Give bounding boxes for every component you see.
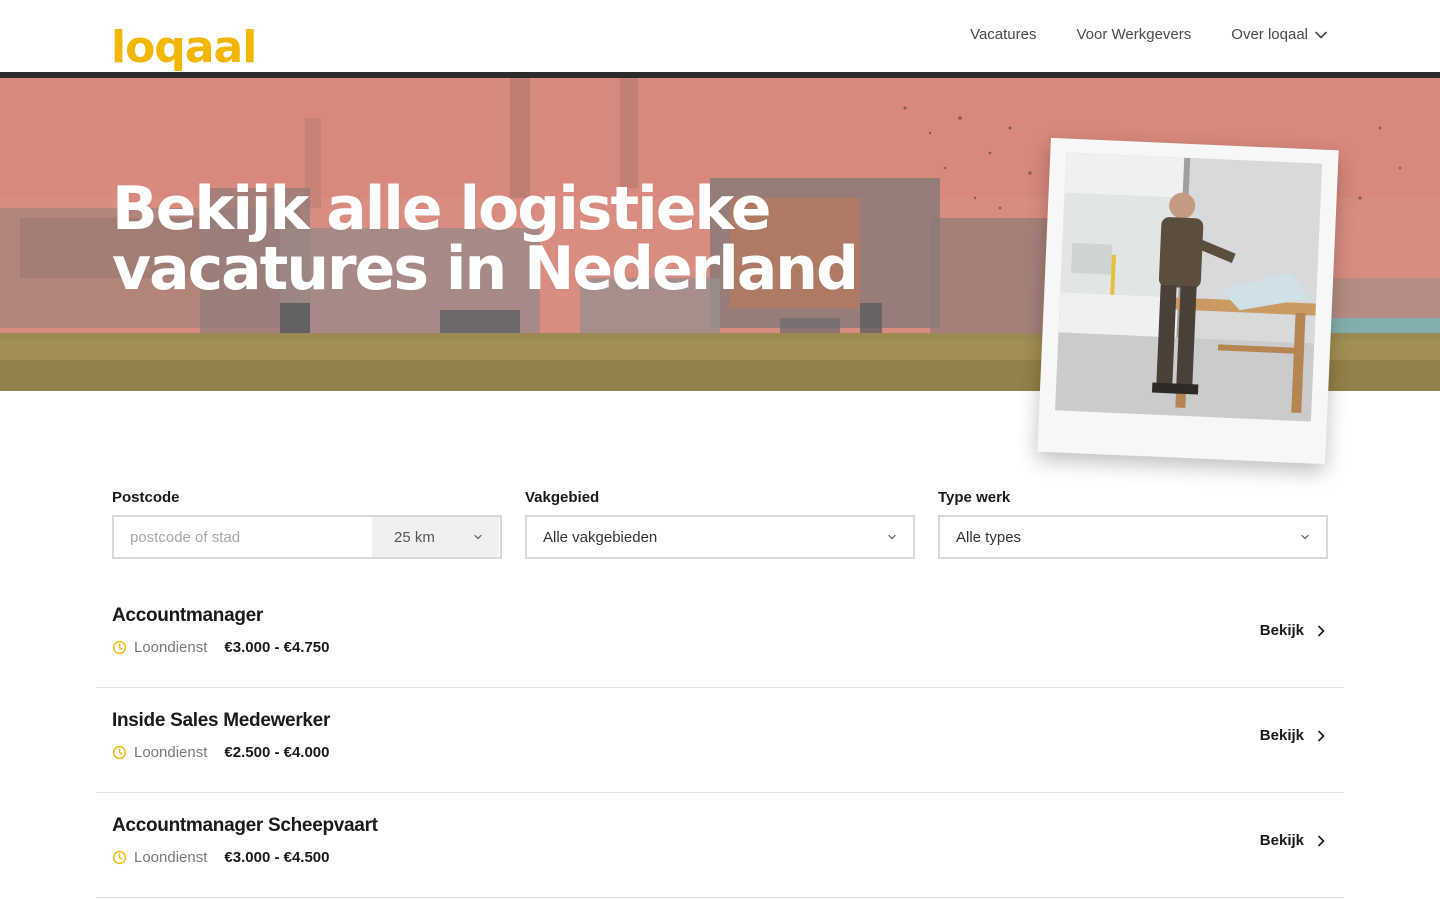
chevron-down-icon [888, 534, 896, 540]
chevron-right-icon [1318, 730, 1325, 741]
filter-label: Type werk [938, 489, 1011, 506]
job-salary: €3.000 - €4.500 [224, 849, 330, 866]
view-job-label: Bekijk [1259, 622, 1304, 639]
job-title[interactable]: Accountmanager Scheepvaart [112, 815, 378, 837]
logo[interactable]: loqaal [111, 26, 257, 70]
postcode-field-group: 25 km [112, 515, 502, 559]
chevron-right-icon [1318, 625, 1325, 636]
page-title-line-2: vacatures in Nederland [112, 234, 859, 304]
job-type: Loondienst [134, 639, 208, 656]
site-header: loqaal Vacatures Voor Werkgevers Over lo… [0, 0, 1440, 72]
type-werk-select[interactable]: Alle types [938, 515, 1328, 559]
job-list-item[interactable]: Inside Sales Medewerker Loondienst €2.50… [96, 688, 1344, 793]
nav-item-over-loqaal[interactable]: Over loqaal [1231, 26, 1328, 43]
warehouse-worker-photo [1055, 152, 1323, 422]
nav-item-label: Vacatures [970, 26, 1037, 43]
clock-icon [112, 850, 127, 865]
job-list-item[interactable]: Accountmanager Scheepvaart Loondienst €3… [96, 793, 1344, 898]
vakgebied-select-value: Alle vakgebieden [543, 528, 658, 546]
postcode-input[interactable] [114, 517, 372, 557]
type-werk-select-value: Alle types [956, 528, 1022, 546]
nav-item-label: Over loqaal [1231, 26, 1308, 43]
job-meta: Loondienst €3.000 - €4.500 [112, 849, 330, 866]
view-job-label: Bekijk [1259, 727, 1304, 744]
chevron-down-icon [474, 534, 482, 540]
filter-label: Postcode [112, 489, 180, 506]
view-job-link[interactable]: Bekijk [1260, 622, 1328, 639]
nav-item-label: Voor Werkgevers [1076, 26, 1192, 43]
filter-type-werk: Type werk Alle types [938, 489, 1328, 559]
chevron-right-icon [1318, 835, 1325, 846]
view-job-label: Bekijk [1259, 832, 1304, 849]
clock-icon [112, 640, 127, 655]
view-job-link[interactable]: Bekijk [1260, 727, 1328, 744]
nav-item-voor-werkgevers[interactable]: Voor Werkgevers [1077, 26, 1192, 43]
job-title[interactable]: Inside Sales Medewerker [112, 710, 330, 732]
hero-polaroid [1037, 137, 1339, 465]
job-salary: €3.000 - €4.750 [224, 639, 330, 656]
page-title: Bekijk alle logistieke vacatures in Nede… [112, 179, 872, 299]
main-nav: Vacatures Voor Werkgevers Over loqaal [970, 26, 1328, 43]
filter-vakgebied: Vakgebied Alle vakgebieden [525, 489, 915, 559]
job-list-item[interactable]: Accountmanager Loondienst €3.000 - €4.75… [96, 583, 1344, 688]
job-meta: Loondienst €2.500 - €4.000 [112, 744, 330, 761]
view-job-link[interactable]: Bekijk [1260, 832, 1328, 849]
job-salary: €2.500 - €4.000 [224, 744, 330, 761]
filter-label: Vakgebied [525, 489, 600, 506]
hero-photo [1055, 152, 1323, 422]
radius-select-value: 25 km [394, 528, 435, 546]
filter-postcode: Postcode 25 km [112, 489, 502, 559]
clock-icon [112, 745, 127, 760]
job-type: Loondienst [134, 744, 208, 761]
vakgebied-select[interactable]: Alle vakgebieden [525, 515, 915, 559]
nav-item-vacatures[interactable]: Vacatures [970, 26, 1036, 43]
job-type: Loondienst [134, 849, 208, 866]
radius-select[interactable]: 25 km [372, 517, 499, 557]
chevron-down-icon [1301, 534, 1309, 540]
job-title[interactable]: Accountmanager [112, 605, 263, 627]
job-meta: Loondienst €3.000 - €4.750 [112, 639, 330, 656]
chevron-down-icon [1315, 31, 1327, 38]
